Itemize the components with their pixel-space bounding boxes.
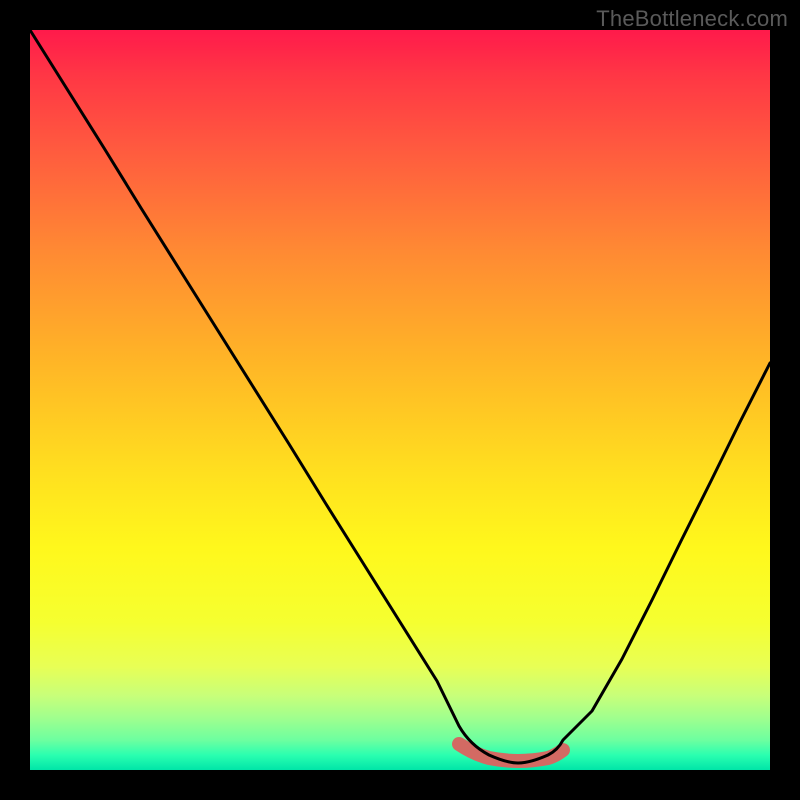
bottleneck-curve-svg [30, 30, 770, 770]
chart-frame: TheBottleneck.com [0, 0, 800, 800]
plot-area [30, 30, 770, 770]
bottleneck-curve [30, 30, 770, 763]
attribution-text: TheBottleneck.com [596, 6, 788, 32]
